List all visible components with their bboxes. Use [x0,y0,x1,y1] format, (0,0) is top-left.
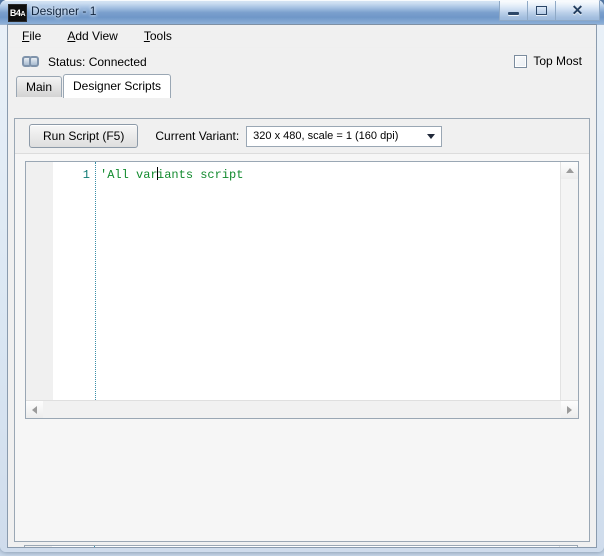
designer-window: B4A Designer - 1 ✕ File Add View Tools S… [0,0,604,552]
window-title: Designer - 1 [31,4,97,18]
maximize-button[interactable] [527,1,556,21]
scroll-up-arrow-icon [566,168,574,173]
screenshot-root: B4A Designer - 1 ✕ File Add View Tools S… [0,0,604,556]
tab-strip: Main Designer Scripts [8,74,596,98]
editor2-scroll-up-button[interactable] [560,546,577,547]
editor1-line-1: 1 'All variants script [26,167,578,183]
current-variant-value: 320 x 480, scale = 1 (160 dpi) [253,130,399,142]
tab-main-label: Main [26,80,53,94]
window-titlebar[interactable]: B4A Designer - 1 ✕ [0,0,604,25]
link-connected-icon [22,56,40,68]
tab-designer-scripts[interactable]: Designer Scripts [63,74,172,98]
editor1-code-after-caret: iants script [157,168,244,182]
editor1-scroll-left-button[interactable] [26,401,43,418]
variant-specific-script-surface[interactable]: 1 'Variant specific script: 320x480,scal… [25,546,577,547]
all-variants-script-editor[interactable]: 1 'All variants script [25,161,579,419]
current-variant-select[interactable]: 320 x 480, scale = 1 (160 dpi) [246,125,443,147]
scroll-left-arrow-icon [32,406,37,414]
close-icon: ✕ [571,2,584,18]
designer-scripts-panel: Run Script (F5) Current Variant: 320 x 4… [14,118,590,542]
top-most-checkbox[interactable] [514,54,528,68]
menu-item-file-label: ile [29,29,42,43]
variant-specific-script-editor[interactable]: 1 'Variant specific script: 320x480,scal… [24,545,578,547]
editor1-indent-guide [95,162,96,418]
scroll-right-arrow-icon [567,406,572,414]
editor1-vertical-scrollbar[interactable] [560,162,578,418]
chevron-down-icon[interactable] [427,133,436,139]
menu-item-add-view-label: dd View [75,29,118,43]
editor2-indent-guide [94,546,95,547]
top-most-checkbox-group[interactable]: Top Most [514,54,582,68]
editor1-code-before-caret: 'All var [100,168,158,182]
b4a-logo-icon: B4A [8,4,27,22]
current-variant-label: Current Variant: [155,129,240,143]
editor1-line-number: 1 [82,168,90,182]
menu-item-add-view[interactable]: Add View [65,27,129,45]
minimize-icon [500,1,527,20]
all-variants-script-surface[interactable]: 1 'All variants script [26,162,578,418]
client-area: File Add View Tools Status: Connected To… [7,24,597,548]
close-button[interactable]: ✕ [555,1,600,21]
script-toolbar: Run Script (F5) Current Variant: 320 x 4… [15,119,589,154]
editor1-scroll-right-button[interactable] [561,401,578,418]
editor1-scroll-up-button[interactable] [561,162,578,179]
editor2-vertical-scrollbar[interactable] [559,546,577,547]
window-controls: ✕ [499,0,600,21]
tab-designer-scripts-label: Designer Scripts [73,79,162,93]
top-most-label: Top Most [533,54,582,68]
editor2-margin [25,546,52,547]
status-text: Status: Connected [48,55,147,69]
menu-item-tools[interactable]: Tools [142,27,183,45]
menu-item-file[interactable]: File [20,27,52,45]
minimize-button[interactable] [499,1,528,21]
tab-main[interactable]: Main [16,76,63,97]
editor1-margin [26,162,53,418]
menu-item-tools-label: ools [149,29,172,43]
status-row: Status: Connected Top Most [8,48,596,76]
editor1-horizontal-scrollbar[interactable] [26,400,578,418]
menu-bar: File Add View Tools [8,25,596,48]
editor1-code-text: 'All variants script [100,167,243,182]
run-script-button[interactable]: Run Script (F5) [29,124,139,148]
maximize-icon [528,1,555,20]
